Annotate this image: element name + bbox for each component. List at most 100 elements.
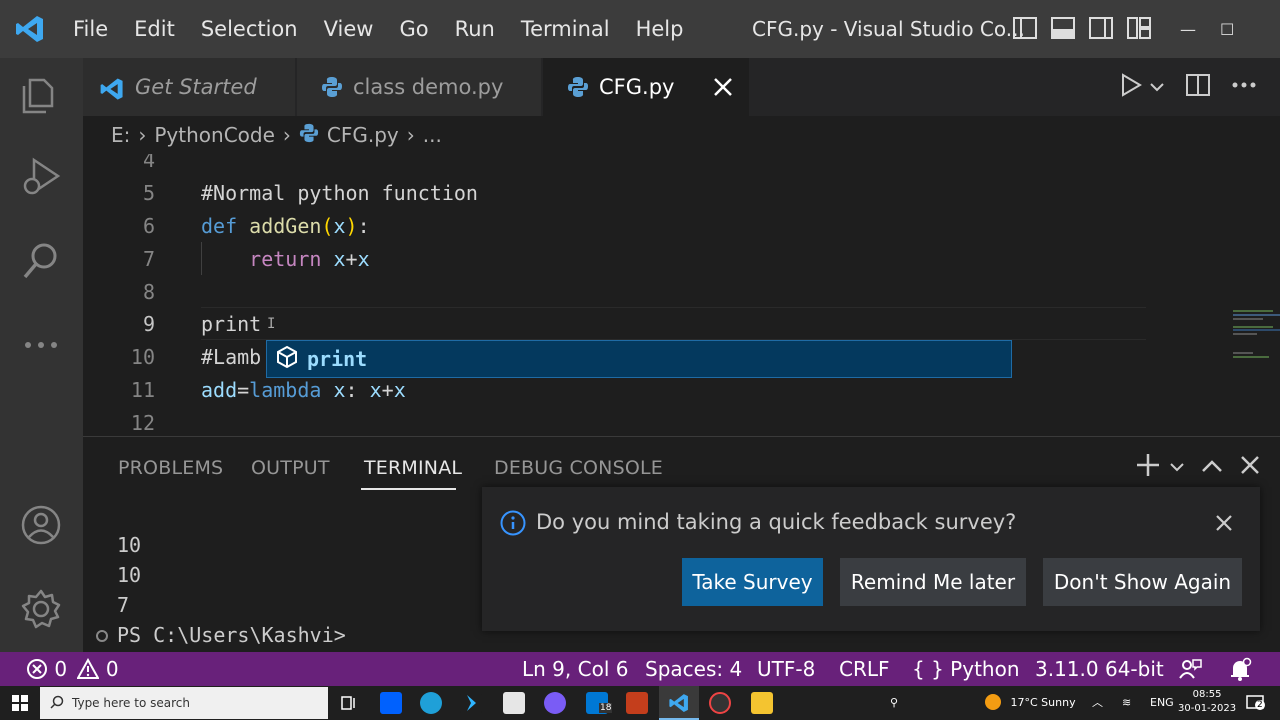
breadcrumb-file[interactable]: CFG.py — [327, 123, 399, 147]
close-panel-icon[interactable] — [1240, 455, 1260, 479]
tab-output[interactable]: OUTPUT — [251, 457, 330, 479]
menu-edit[interactable]: Edit — [121, 0, 188, 58]
terminal-prompt[interactable]: PS C:\Users\Kashvi> — [117, 623, 346, 647]
maximize-icon[interactable]: ☐ — [1220, 20, 1234, 39]
breadcrumb-folder[interactable]: PythonCode — [154, 123, 275, 147]
taskbar-search-box[interactable]: Type here to search — [40, 687, 328, 719]
new-terminal-icon[interactable] — [1136, 453, 1160, 481]
code-line: 7 return x+x — [83, 243, 1143, 276]
tab-cfg[interactable]: CFG.py — [543, 58, 749, 116]
code-line: 11 add=lambda x: x+x — [83, 374, 1143, 407]
customize-layout-icon[interactable] — [1126, 15, 1152, 41]
action-center-icon[interactable]: 2 — [1246, 694, 1265, 716]
copilot-icon[interactable] — [544, 692, 566, 714]
code-text: print — [201, 312, 262, 336]
menu-go[interactable]: Go — [386, 0, 441, 58]
obs-icon[interactable] — [709, 692, 731, 714]
python-icon — [321, 76, 343, 98]
toggle-secondary-sidebar-icon[interactable] — [1088, 15, 1114, 41]
toggle-panel-icon[interactable] — [1050, 15, 1076, 41]
problems-indicator[interactable]: 0 0 — [26, 652, 119, 686]
tab-get-started[interactable]: Get Started — [83, 58, 295, 116]
text-cursor: I — [267, 316, 276, 332]
end-of-line[interactable]: CRLF — [839, 652, 890, 686]
search-icon — [50, 695, 64, 712]
network-icon[interactable]: ≋ — [1122, 686, 1131, 720]
menu-selection[interactable]: Selection — [188, 0, 311, 58]
more-actions-icon[interactable] — [1232, 73, 1256, 101]
more-icon[interactable] — [20, 324, 62, 366]
chevron-right-icon: › — [406, 123, 415, 147]
maximize-panel-icon[interactable] — [1202, 458, 1222, 477]
vscode-taskbar-button[interactable] — [659, 686, 699, 720]
chevron-up-icon[interactable]: ︿ — [1092, 686, 1103, 720]
error-count: 0 — [54, 657, 68, 681]
account-icon[interactable] — [20, 504, 62, 546]
tab-class-demo[interactable]: class demo.py — [297, 58, 541, 116]
language-mode[interactable]: { } Python — [912, 652, 1020, 686]
breadcrumb-drive[interactable]: E: — [111, 123, 130, 147]
status-bar: 0 0 Ln 9, Col 6 Spaces: 4 UTF-8 CRLF { }… — [0, 652, 1280, 686]
files-icon[interactable] — [20, 74, 62, 116]
menu-terminal[interactable]: Terminal — [508, 0, 623, 58]
search-icon[interactable] — [20, 240, 62, 282]
split-editor-icon[interactable] — [1186, 73, 1210, 101]
menu-run[interactable]: Run — [442, 0, 508, 58]
menu-view[interactable]: View — [311, 0, 387, 58]
store-icon[interactable] — [503, 692, 525, 714]
breadcrumb-more[interactable]: ... — [423, 123, 442, 147]
run-python-file-icon[interactable] — [1120, 73, 1142, 101]
code-editor[interactable]: 4 5 #Normal python function 6 def addGen… — [83, 154, 1280, 436]
close-icon[interactable] — [711, 75, 735, 104]
line-number: 6 — [142, 214, 155, 238]
minimize-icon[interactable]: — — [1180, 20, 1196, 39]
chevron-down-icon[interactable] — [1170, 458, 1184, 477]
code-text: add=lambda x: x+x — [201, 378, 406, 402]
command-decoration-icon[interactable] — [96, 630, 108, 642]
file-explorer-icon[interactable] — [751, 692, 773, 714]
task-view-icon[interactable] — [340, 695, 356, 715]
clock[interactable]: 08:55 30-01-2023 — [1178, 688, 1236, 716]
feedback-survey-notification: Do you mind taking a quick feedback surv… — [482, 487, 1260, 631]
indentation[interactable]: Spaces: 4 — [645, 652, 742, 686]
tab-problems[interactable]: PROBLEMS — [118, 457, 223, 479]
windows-start-icon[interactable] — [12, 695, 28, 715]
notifications-bell-icon[interactable] — [1228, 652, 1252, 686]
code-text: return x+x — [249, 247, 370, 271]
edge-icon[interactable] — [420, 692, 442, 714]
line-number: 9 — [142, 312, 155, 336]
chevron-down-icon[interactable] — [1150, 78, 1164, 97]
menu-help[interactable]: Help — [623, 0, 697, 58]
notification-message: Do you mind taking a quick feedback surv… — [536, 510, 1017, 534]
mail-icon[interactable]: 18 — [586, 692, 613, 714]
python-interpreter[interactable]: 3.11.0 64-bit — [1035, 652, 1164, 686]
run-debug-icon[interactable] — [20, 156, 62, 198]
gear-icon[interactable] — [20, 588, 62, 630]
dont-show-again-button[interactable]: Don't Show Again — [1043, 558, 1242, 606]
autocomplete-suggestion[interactable]: print — [266, 340, 1012, 378]
take-survey-button[interactable]: Take Survey — [682, 558, 823, 606]
close-icon[interactable] — [1212, 511, 1236, 535]
vscode-logo-icon — [0, 0, 60, 58]
cursor-position[interactable]: Ln 9, Col 6 — [522, 652, 628, 686]
dropbox-icon[interactable] — [380, 692, 402, 714]
vscode-icon — [99, 76, 123, 100]
tab-terminal[interactable]: TERMINAL — [364, 457, 462, 479]
code-text: def addGen(x): — [201, 214, 370, 238]
encoding[interactable]: UTF-8 — [757, 652, 815, 686]
feedback-icon[interactable] — [1178, 652, 1202, 686]
people-icon[interactable]: ⚲ — [890, 686, 898, 720]
input-language[interactable]: ENG — [1150, 686, 1174, 720]
menu-file[interactable]: File — [60, 0, 121, 58]
chevron-right-icon: › — [138, 123, 147, 147]
weather-widget[interactable]: 17°C Sunny — [985, 686, 1076, 720]
minimap[interactable] — [1231, 308, 1280, 368]
powerpoint-icon[interactable] — [626, 692, 648, 714]
activity-bar — [0, 58, 83, 652]
toggle-primary-sidebar-icon[interactable] — [1012, 15, 1038, 41]
tab-debug-console[interactable]: DEBUG CONSOLE — [494, 457, 663, 479]
warning-count: 0 — [105, 657, 119, 681]
remind-me-later-button[interactable]: Remind Me later — [840, 558, 1026, 606]
code-line: 5 #Normal python function — [83, 177, 1143, 210]
vs-tool-icon[interactable] — [460, 692, 482, 714]
